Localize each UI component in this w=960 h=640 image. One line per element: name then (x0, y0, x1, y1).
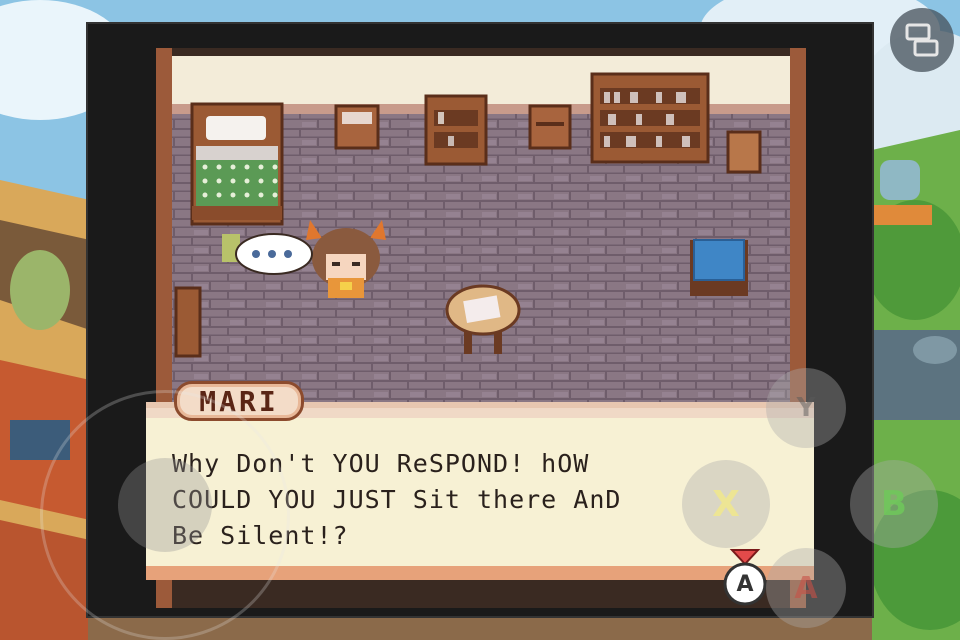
y-button-label: Y (796, 393, 816, 423)
a-button-label: A (794, 570, 818, 606)
swap-screens-button[interactable] (890, 8, 954, 72)
bookcase-small[interactable] (424, 94, 488, 166)
blue-stool[interactable] (690, 239, 748, 296)
a-button-prompt-icon[interactable]: A (718, 546, 772, 606)
swap-screens-icon (905, 23, 939, 57)
side-cabinet[interactable] (174, 286, 202, 358)
drawer-chest[interactable] (528, 104, 572, 150)
advance-prompt-letter: A (736, 572, 754, 597)
y-button[interactable]: Y (766, 368, 846, 448)
b-button-label: B (881, 484, 907, 524)
wooden-chair[interactable] (726, 130, 762, 174)
x-button-label: X (712, 483, 740, 525)
virtual-dpad[interactable] (118, 458, 212, 552)
bed[interactable] (190, 102, 284, 226)
bookcase-large[interactable] (590, 72, 710, 164)
b-button[interactable]: B (850, 460, 938, 548)
x-button[interactable]: X (682, 460, 770, 548)
a-button[interactable]: A (766, 548, 846, 628)
